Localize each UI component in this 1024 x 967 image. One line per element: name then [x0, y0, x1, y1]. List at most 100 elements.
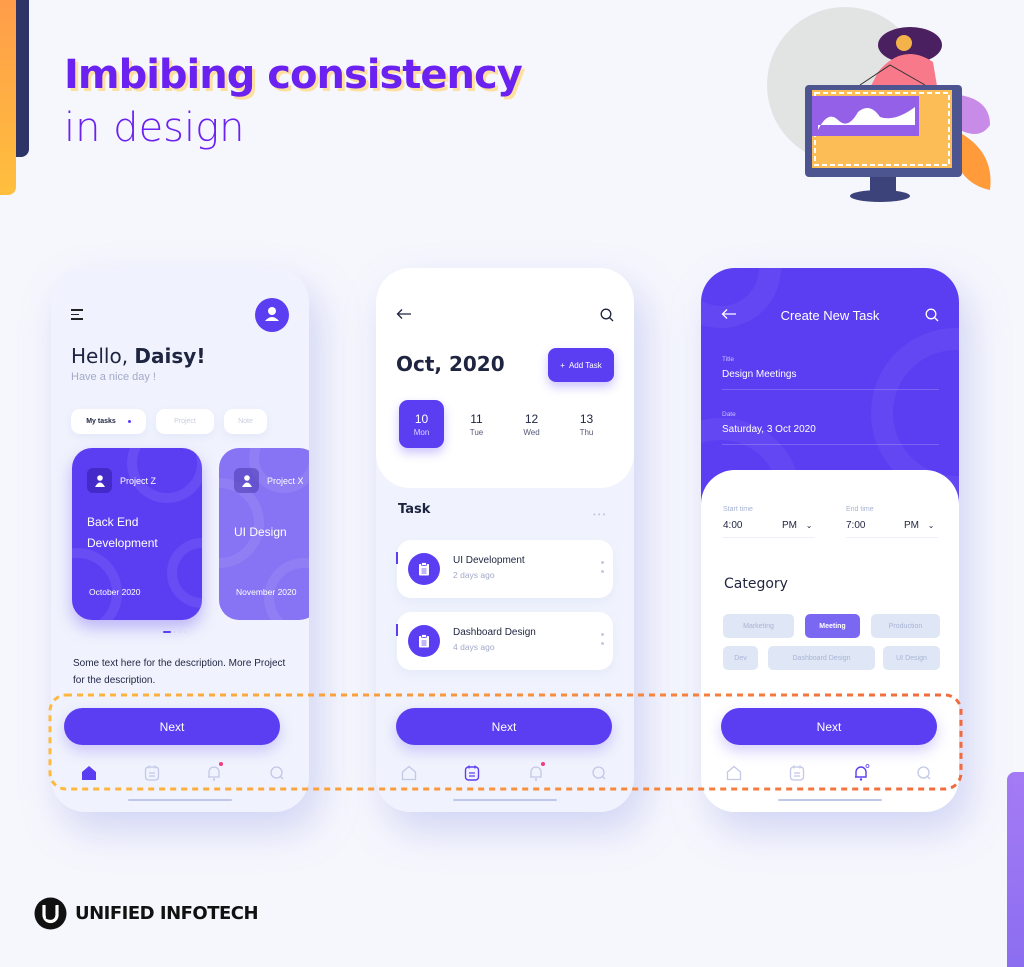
- task-indicator: [396, 624, 398, 636]
- day-item[interactable]: 13 Thu: [564, 400, 609, 448]
- tab-home[interactable]: [400, 764, 418, 782]
- home-indicator: [128, 799, 232, 801]
- headline: Imbibing consistency in design: [64, 50, 523, 156]
- headline-line-2: in design: [64, 105, 245, 151]
- tab-calendar[interactable]: [788, 764, 806, 782]
- day-item[interactable]: 12 Wed: [509, 400, 554, 448]
- home-icon: [726, 765, 742, 781]
- brand-logo-icon: [34, 897, 67, 930]
- task-item[interactable]: UI Development 2 days ago: [396, 540, 613, 598]
- decorative-bar-orange: [0, 0, 16, 195]
- designer-illustration: [767, 7, 991, 202]
- day-number: 13: [579, 411, 594, 426]
- project-card[interactable]: Project Z Back End Development October 2…: [72, 448, 202, 620]
- carousel-pager[interactable]: [163, 631, 186, 633]
- calendar-header-card: Oct, 2020 + Add Task 10 Mon 11 Tue 12 Wed 13…: [376, 268, 634, 488]
- category-chip[interactable]: Production: [871, 614, 940, 638]
- day-number: 12: [524, 411, 539, 426]
- date-field-label: Date: [722, 411, 736, 418]
- back-arrow-icon[interactable]: [396, 308, 412, 320]
- bell-icon: [854, 764, 870, 781]
- bottom-tab-bar: [76, 762, 290, 782]
- day-weekday: Tue: [469, 427, 484, 437]
- phone-calendar-screen: Oct, 2020 + Add Task 10 Mon 11 Tue 12 Wed 13…: [376, 268, 634, 812]
- calendar-icon: [465, 765, 480, 781]
- project-avatar: [234, 468, 259, 493]
- day-weekday: Wed: [523, 427, 540, 437]
- category-chip[interactable]: Marketing: [723, 614, 794, 638]
- chip-project[interactable]: Project: [156, 409, 214, 434]
- illustration-leaf-purple: [960, 95, 990, 134]
- period-value: PM: [782, 520, 797, 531]
- greeting-subtitle: Have a nice day !: [71, 371, 156, 383]
- clipboard-icon: [408, 553, 440, 585]
- create-task-form: Start time 4:00 PM ⌄ End time 7:00 PM ⌄: [701, 470, 959, 812]
- filter-chips: My tasks Project Note: [71, 409, 267, 434]
- start-time-label: Start time: [723, 506, 753, 513]
- greeting-prefix: Hello,: [71, 344, 135, 368]
- next-button[interactable]: Next: [64, 708, 280, 745]
- add-task-label: Add Task: [568, 360, 602, 370]
- task-title: UI Development: [453, 555, 525, 566]
- category-chip[interactable]: Dev: [723, 646, 758, 670]
- period-value: PM: [904, 520, 919, 531]
- search-icon[interactable]: [600, 308, 614, 322]
- end-time-label: End time: [846, 506, 874, 513]
- search-icon: [270, 766, 284, 780]
- tab-home[interactable]: [725, 764, 743, 782]
- project-title: UI Design: [234, 525, 287, 539]
- end-time-underline: [846, 537, 938, 538]
- tab-search[interactable]: [268, 764, 286, 782]
- description-text: Some text here for the description. More…: [73, 658, 286, 686]
- start-time-period-select[interactable]: PM ⌄: [782, 520, 812, 531]
- task-item[interactable]: Dashboard Design 4 days ago: [396, 612, 613, 670]
- category-chip[interactable]: UI Design: [883, 646, 940, 670]
- day-number: 11: [470, 411, 483, 426]
- tab-home[interactable]: [80, 764, 98, 782]
- screen-title: Create New Task: [780, 308, 880, 323]
- task-time: 4 days ago: [453, 642, 495, 652]
- tab-search[interactable]: [590, 764, 608, 782]
- tab-notifications[interactable]: [852, 764, 870, 782]
- project-date: October 2020: [89, 587, 141, 597]
- avatar[interactable]: [255, 298, 289, 332]
- project-card[interactable]: Project X UI Design November 2020: [219, 448, 309, 620]
- search-icon[interactable]: [925, 308, 939, 322]
- category-heading: Category: [724, 576, 788, 592]
- day-item[interactable]: 11 Tue: [454, 400, 499, 448]
- headline-line-1: Imbibing consistency: [64, 52, 523, 98]
- category-chip[interactable]: Meeting: [805, 614, 860, 638]
- category-chip[interactable]: Dashboard Design: [768, 646, 875, 670]
- date-field[interactable]: Saturday, 3 Oct 2020: [722, 424, 816, 435]
- next-button[interactable]: Next: [721, 708, 937, 745]
- task-title: Dashboard Design: [453, 627, 536, 638]
- menu-icon[interactable]: [71, 309, 83, 320]
- clipboard-icon: [408, 625, 440, 657]
- day-item[interactable]: 10 Mon: [399, 400, 444, 448]
- task-menu-icon[interactable]: [601, 633, 604, 651]
- chip-note[interactable]: Note: [224, 409, 267, 434]
- task-heading: Task: [398, 502, 431, 517]
- calendar-icon: [144, 765, 159, 781]
- add-task-button[interactable]: + Add Task: [548, 348, 614, 382]
- start-time-input[interactable]: 4:00: [723, 520, 742, 531]
- day-weekday: Thu: [579, 427, 594, 437]
- tab-calendar[interactable]: [143, 764, 161, 782]
- title-field-underline: [722, 389, 939, 390]
- home-icon: [82, 766, 96, 780]
- title-field[interactable]: Design Meetings: [722, 369, 796, 380]
- tab-notifications[interactable]: [205, 762, 224, 782]
- tab-calendar[interactable]: [463, 764, 481, 782]
- task-menu-icon[interactable]: [601, 561, 604, 579]
- project-date: November 2020: [236, 587, 297, 597]
- brand-name: UNIFIED INFOTECH: [75, 903, 259, 924]
- more-options-icon[interactable]: •••: [593, 510, 607, 519]
- end-time-period-select[interactable]: PM ⌄: [904, 520, 934, 531]
- chip-my-tasks[interactable]: My tasks: [71, 409, 146, 434]
- tab-search[interactable]: [915, 764, 933, 782]
- tab-notifications[interactable]: [527, 762, 545, 782]
- search-icon: [917, 766, 931, 780]
- next-button[interactable]: Next: [396, 708, 612, 745]
- end-time-input[interactable]: 7:00: [846, 520, 865, 531]
- chip-active-dot: [127, 420, 131, 423]
